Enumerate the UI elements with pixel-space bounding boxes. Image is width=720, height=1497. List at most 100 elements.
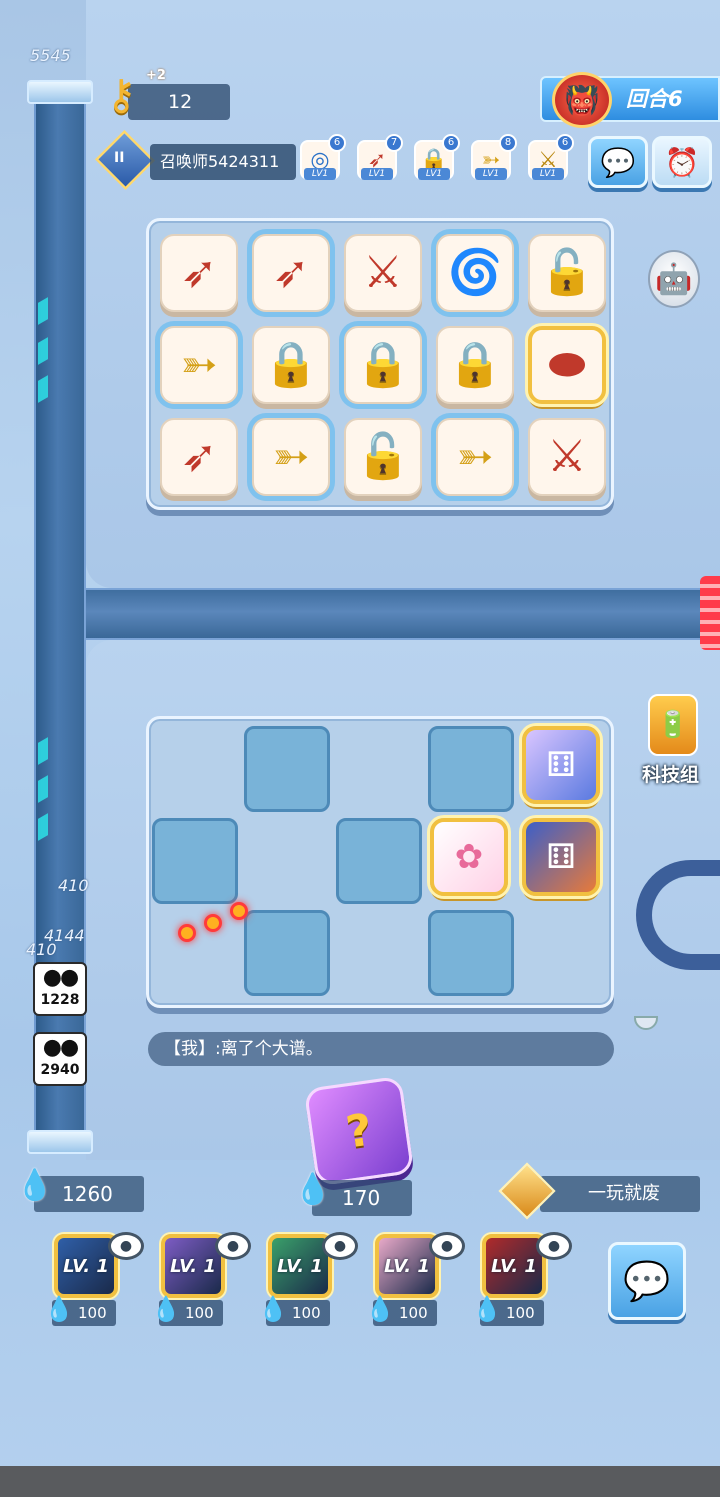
opponent-tile: ➳: [160, 326, 238, 404]
track-score: 410: [26, 940, 57, 959]
chat-message-text: 【我】:离了个大谱。: [164, 1039, 323, 1059]
water-drop-icon: 💧: [294, 1172, 332, 1207]
enemy-gate-marker: [700, 576, 720, 650]
opponent-tile: ➶: [160, 418, 238, 496]
chat-message-bar: 【我】:离了个大谱。: [148, 1032, 614, 1066]
skill-count: 6: [442, 134, 460, 152]
footprint-count: 1228: [40, 992, 80, 1008]
skill-level: LV1: [304, 168, 336, 180]
system-nav-bar: [0, 1466, 720, 1497]
card-cost: 💧 100: [44, 1296, 116, 1326]
opponent-tile: 🔒: [252, 326, 330, 404]
opponent-tile: 🔒: [344, 326, 422, 404]
key-count: 12: [168, 91, 193, 113]
monster-dot: [178, 924, 196, 942]
empty-slot[interactable]: [244, 910, 330, 996]
top-score-text: 5545: [30, 46, 71, 65]
key-counter: 12: [128, 84, 230, 120]
tech-group-icon[interactable]: 🔋: [648, 694, 698, 756]
card-cost: 💧 100: [151, 1296, 223, 1326]
lock-icon[interactable]: 🔒 LV1 6: [414, 134, 460, 180]
chat-bubble-button[interactable]: 💬: [588, 136, 648, 188]
opponent-tile: ⚔: [344, 234, 422, 312]
skill-count: 6: [328, 134, 346, 152]
water-drop-icon: 💧: [16, 1168, 54, 1203]
horizontal-path: [84, 588, 720, 640]
water-drop-icon: 💧: [365, 1295, 395, 1323]
tech-group-label[interactable]: 科技组: [642, 760, 699, 787]
opponent-tile: ⬬: [528, 326, 606, 404]
crossbow-icon[interactable]: ⚔ LV1 6: [528, 134, 574, 180]
deck-cards: LV. 1 ● 💧 100 LV. 1 ● 💧 100 LV. 1 ● 💧 100 LV. 1 ● 💧 100…: [40, 1228, 580, 1328]
key-bonus: +2: [146, 68, 166, 83]
dice-unit[interactable]: ✿: [430, 818, 508, 896]
dice-cost-value: 170: [342, 1186, 381, 1210]
water-drop-icon: 💧: [151, 1295, 181, 1323]
bow-icon[interactable]: ➶ LV1 7: [357, 134, 403, 180]
opponent-tile: 🔓: [528, 234, 606, 312]
eye-icon[interactable]: ●: [536, 1232, 572, 1260]
skill-level: LV1: [361, 168, 393, 180]
robot-assistant-icon[interactable]: 🤖: [648, 250, 700, 308]
card-cost: 💧 100: [365, 1296, 437, 1326]
footprint-count: 2940: [40, 1062, 80, 1078]
track-score: 410: [58, 876, 89, 895]
empty-slot[interactable]: [244, 726, 330, 812]
empty-slot[interactable]: [336, 818, 422, 904]
opponent-name-box: 一玩就废: [540, 1176, 700, 1212]
eye-icon[interactable]: ●: [429, 1232, 465, 1260]
dice-unit[interactable]: ⚅: [522, 726, 600, 804]
card-cost-value: 100: [399, 1304, 428, 1322]
monster-dot: [204, 914, 222, 932]
ring-icon[interactable]: ◎ LV1 6: [300, 134, 346, 180]
opponent-tile: ➶: [160, 234, 238, 312]
opponent-tile: 🌀: [436, 234, 514, 312]
skill-count: 6: [556, 134, 574, 152]
opponent-tile: 🔓: [344, 418, 422, 496]
eye-icon[interactable]: ●: [322, 1232, 358, 1260]
monster-dot: [230, 902, 248, 920]
opponent-tile: ⚔: [528, 418, 606, 496]
empty-slot[interactable]: [428, 910, 514, 996]
opponent-name: 一玩就废: [588, 1183, 660, 1204]
opponent-tile: ➳: [436, 418, 514, 496]
water-drop-icon: 💧: [472, 1295, 502, 1323]
footprint-icon: ●●: [42, 965, 79, 990]
skill-lineup: ◎ LV1 6 ➶ LV1 7 🔒 LV1 6 ➳ LV1 8 ⚔ LV1 6: [300, 134, 590, 186]
footprint-icon: ●●: [42, 1035, 79, 1060]
water-drop-icon: 💧: [44, 1295, 74, 1323]
round-label: 回合6: [626, 87, 683, 111]
rank-numeral: II: [114, 150, 125, 166]
dice-unit[interactable]: ⚅: [522, 818, 600, 896]
alarm-button[interactable]: ⏰: [652, 136, 712, 188]
skill-count: 7: [385, 134, 403, 152]
empty-slot[interactable]: [428, 726, 514, 812]
arrow-icon[interactable]: ➳ LV1 8: [471, 134, 517, 180]
opponent-grid: ➶ ➶ ⚔ 🌀 🔓 ➳ 🔒 🔒 🔒 ⬬ ➶ ➳ 🔓 ➳ ⚔: [158, 232, 606, 496]
skill-level: LV1: [475, 168, 507, 180]
empty-slot[interactable]: [152, 818, 238, 904]
footprint-counter: ●● 1228: [33, 962, 87, 1016]
summon-dice-button[interactable]: ?: [303, 1075, 415, 1187]
opponent-tile: ➳: [252, 418, 330, 496]
key-icon: ⚷: [106, 70, 137, 119]
card-cost-value: 100: [78, 1304, 107, 1322]
eye-icon[interactable]: ●: [108, 1232, 144, 1260]
opponent-tile: ➶: [252, 234, 330, 312]
skill-count: 8: [499, 134, 517, 152]
player-name: 召唤师5424311: [160, 152, 280, 171]
opponent-tile: 🔒: [436, 326, 514, 404]
energy-value: 1260: [62, 1182, 113, 1206]
card-cost-value: 100: [292, 1304, 321, 1322]
demon-mask-icon: 👹: [552, 72, 612, 128]
track-top-cap: [27, 80, 93, 104]
skill-level: LV1: [532, 168, 564, 180]
eye-icon[interactable]: ●: [215, 1232, 251, 1260]
player-name-box: 召唤师5424311: [150, 144, 296, 180]
track-bottom-cap: [27, 1130, 93, 1154]
card-cost-value: 100: [506, 1304, 535, 1322]
water-drop-icon: 💧: [258, 1295, 288, 1323]
chat-button[interactable]: 💬: [608, 1242, 686, 1320]
card-cost-value: 100: [185, 1304, 214, 1322]
card-cost: 💧 100: [258, 1296, 330, 1326]
